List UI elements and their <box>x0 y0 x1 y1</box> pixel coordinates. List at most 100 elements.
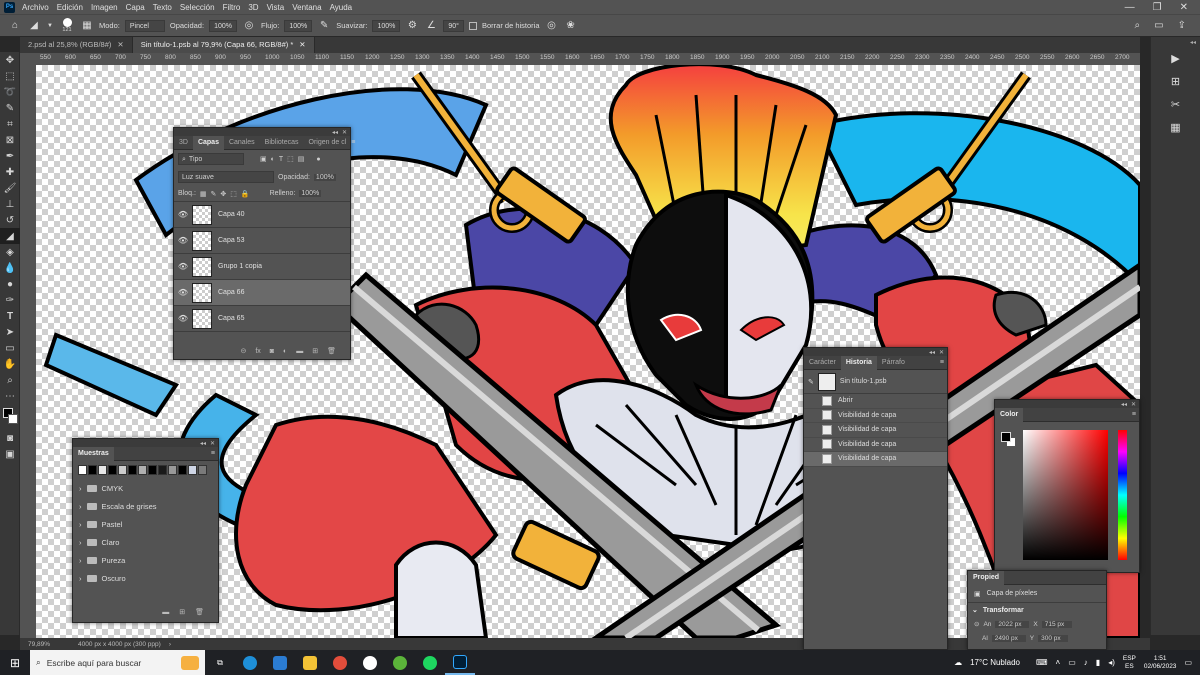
quick-select-tool-icon[interactable]: ✎ <box>0 100 20 116</box>
collapse-icon[interactable]: ◂◂ <box>929 349 935 356</box>
photoshop-taskbar-icon[interactable] <box>445 650 475 675</box>
color-swatch[interactable] <box>108 465 117 475</box>
tab-capas[interactable]: Capas <box>192 135 224 150</box>
blend-mode-select[interactable]: Luz suave <box>178 171 274 183</box>
chevron-down-icon[interactable]: ⌄ <box>972 606 978 614</box>
volume-icon[interactable]: ♪ <box>1084 658 1088 667</box>
crop-tool-icon[interactable]: ⌗ <box>0 116 20 132</box>
close-icon[interactable]: ✕ <box>342 129 347 136</box>
chevron-down-icon[interactable]: ▼ <box>46 19 54 33</box>
menu-vista[interactable]: Vista <box>264 3 290 12</box>
menu-archivo[interactable]: Archivo <box>19 3 54 12</box>
color-swatch[interactable] <box>158 465 167 475</box>
speaker-icon[interactable]: ◂) <box>1108 658 1115 667</box>
adjustment-icon[interactable]: ◐ <box>283 348 287 355</box>
folder-cmyk[interactable]: › CMYK <box>73 479 218 497</box>
network-icon[interactable]: ▭ <box>1068 658 1076 667</box>
history-brush-tool-icon[interactable]: ↺ <box>0 212 20 228</box>
new-group-icon[interactable]: ▬ <box>296 348 303 355</box>
x-input[interactable]: 715 px <box>1041 620 1072 628</box>
symmetry-icon[interactable]: ❀ <box>564 19 578 33</box>
menu-seleccion[interactable]: Selección <box>177 3 220 12</box>
folder-pastel[interactable]: › Pastel <box>73 515 218 533</box>
close-icon[interactable]: ✕ <box>1180 2 1188 13</box>
chevron-right-icon[interactable]: › <box>169 641 171 648</box>
tab-3d[interactable]: 3D <box>174 136 193 150</box>
eyedropper-tool-icon[interactable]: ✒ <box>0 148 20 164</box>
color-swatch[interactable] <box>138 465 147 475</box>
close-icon[interactable]: ✕ <box>117 40 123 49</box>
layer-row[interactable]: 👁 Capa 65 <box>174 306 350 332</box>
lasso-tool-icon[interactable]: ➰ <box>0 84 20 100</box>
filter-smart-icon[interactable]: ▤ <box>298 155 305 163</box>
lock-transparent-icon[interactable]: ▦ <box>200 190 207 198</box>
stamp-tool-icon[interactable]: ⊥ <box>0 196 20 212</box>
color-swatch[interactable] <box>78 465 87 475</box>
new-layer-icon[interactable]: ⊞ <box>312 347 318 355</box>
menu-texto[interactable]: Texto <box>150 3 177 12</box>
healing-tool-icon[interactable]: ✚ <box>0 164 20 180</box>
color-swatch[interactable] <box>88 465 97 475</box>
styles-icon[interactable]: ▦ <box>1170 121 1180 134</box>
lock-pixels-icon[interactable]: ✎ <box>211 190 217 198</box>
panel-menu-icon[interactable]: ≡ <box>940 359 947 366</box>
quick-mask-icon[interactable]: ◙ <box>0 430 20 446</box>
color-swatch[interactable] <box>198 465 207 475</box>
play-actions-icon[interactable]: ▶ <box>1171 52 1179 65</box>
notifications-icon[interactable]: ▭ <box>1184 658 1192 667</box>
mail-icon[interactable] <box>265 650 295 675</box>
fill-input[interactable]: 100% <box>299 190 322 197</box>
pressure-opacity-icon[interactable]: ◎ <box>242 19 256 33</box>
dodge-tool-icon[interactable]: ● <box>0 276 20 292</box>
pressure-size-icon[interactable]: ◎ <box>545 19 559 33</box>
layer-row-selected[interactable]: 👁 Capa 66 <box>174 280 350 306</box>
taskbar-search[interactable]: ⌕ Escribe aquí para buscar <box>30 650 205 675</box>
new-group-icon[interactable]: ▬ <box>162 609 169 616</box>
color-swatch[interactable] <box>118 465 127 475</box>
opacidad-input[interactable]: 100% <box>209 19 237 32</box>
chevron-right-icon[interactable]: › <box>79 556 82 565</box>
folder-pureza[interactable]: › Pureza <box>73 551 218 569</box>
minimize-icon[interactable]: — <box>1125 2 1135 13</box>
search-icon[interactable]: ⌕ <box>1135 20 1141 31</box>
history-item[interactable]: Visibilidad de capa <box>804 409 947 423</box>
tab-propiedades[interactable]: Propied <box>968 570 1005 585</box>
lock-position-icon[interactable]: ✥ <box>220 190 226 198</box>
transform-header[interactable]: ⌄ Transformar <box>968 603 1106 617</box>
color-swatch[interactable] <box>128 465 137 475</box>
gear-icon[interactable]: ⚙ <box>405 19 419 33</box>
modo-select[interactable]: Pincel <box>124 19 165 32</box>
borrar-historia-checkbox[interactable] <box>468 21 477 30</box>
opacity-input[interactable]: 100% <box>313 173 336 181</box>
move-tool-icon[interactable]: ✥ <box>0 52 20 68</box>
close-icon[interactable]: ✕ <box>1131 401 1136 408</box>
tab-canales[interactable]: Canales <box>224 136 260 150</box>
chevron-up-icon[interactable]: ˄ <box>1056 658 1061 667</box>
lock-artboard-icon[interactable]: ⬚ <box>230 190 237 198</box>
suavizar-input[interactable]: 100% <box>372 19 401 32</box>
history-item[interactable]: Visibilidad de capa <box>804 423 947 438</box>
hue-slider[interactable] <box>1118 430 1127 560</box>
brush-settings-icon[interactable]: ▦ <box>80 19 94 33</box>
utorrent-icon[interactable] <box>385 650 415 675</box>
path-select-tool-icon[interactable]: ➤ <box>0 324 20 340</box>
spotify-icon[interactable] <box>415 650 445 675</box>
language-indicator[interactable]: ESP ES <box>1123 655 1136 671</box>
link-icon[interactable]: ⊝ <box>240 347 246 355</box>
panel-menu-icon[interactable]: ≡ <box>351 139 358 146</box>
zoom-level[interactable]: 79,89% <box>28 641 50 648</box>
layer-row[interactable]: 👁 Capa 53 <box>174 228 350 254</box>
fg-bg-swatches[interactable] <box>1001 432 1017 448</box>
history-brush-source-icon[interactable]: ✎ <box>808 378 814 386</box>
close-icon[interactable]: ✕ <box>210 440 215 447</box>
trash-icon[interactable]: 🗑 <box>195 608 204 616</box>
history-item-selected[interactable]: Visibilidad de capa <box>804 452 947 467</box>
color-swatch[interactable] <box>188 465 197 475</box>
more-tools-icon[interactable]: ⋯ <box>0 388 20 404</box>
screen-mode-icon[interactable]: ▣ <box>0 446 20 462</box>
task-view-icon[interactable]: ⧉ <box>205 650 235 675</box>
layer-row[interactable]: 👁 Capa 40 <box>174 202 350 228</box>
marquee-tool-icon[interactable]: ⬚ <box>0 68 20 84</box>
collapse-icon[interactable]: ◂◂ <box>332 129 338 136</box>
menu-filtro[interactable]: Filtro <box>220 3 246 12</box>
